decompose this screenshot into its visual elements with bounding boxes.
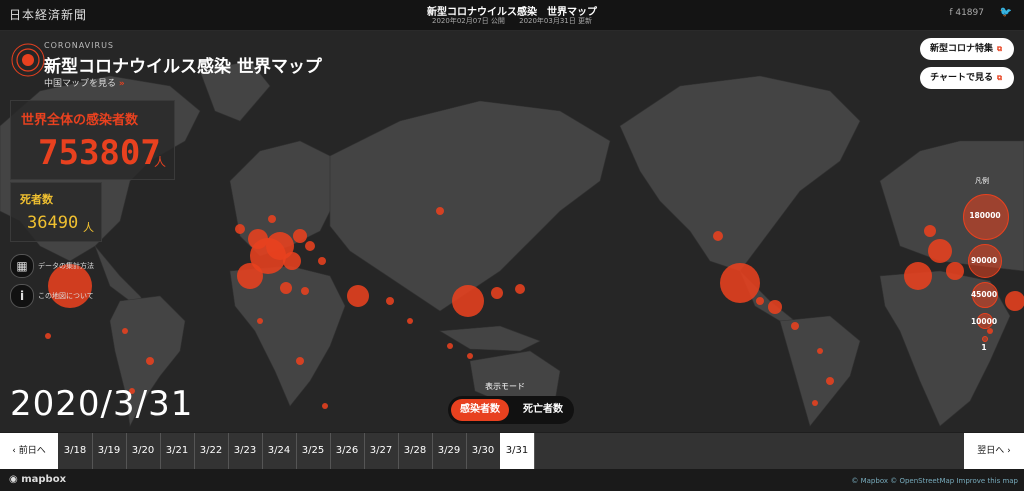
next-day-button[interactable]: 翌日へ › <box>964 433 1024 469</box>
coronavirus-label: CORONAVIRUS <box>44 41 115 50</box>
page-title: 新型コロナウイルス感染 世界マップ <box>44 57 322 77</box>
map-attribution[interactable]: © Mapbox © OpenStreetMap Improve this ma… <box>851 477 1018 485</box>
death-label: 死者数 <box>20 193 53 206</box>
arrow-icon: » <box>118 79 125 89</box>
mode-infected-button[interactable]: 感染者数 <box>451 399 509 421</box>
date-cell[interactable]: 3/28 <box>398 433 433 469</box>
chevron-left-icon: ‹ <box>12 446 16 456</box>
map-canvas <box>0 60 1024 427</box>
legend-label-180000: 180000 <box>969 211 1001 220</box>
updated-date: 2020年03月31日 更新 <box>519 17 592 25</box>
top-bar: 日本経済新聞 新型コロナウイルス感染 世界マップ 2020年02月07日 公開 … <box>0 0 1024 31</box>
mode-label: 表示モード <box>485 382 525 391</box>
date-cell[interactable]: 3/30 <box>466 433 501 469</box>
date-cell[interactable]: 3/19 <box>92 433 127 469</box>
date-cell[interactable]: 3/22 <box>194 433 229 469</box>
data-method-label: データの集計方法 <box>38 262 94 270</box>
date-cell[interactable]: 3/29 <box>432 433 467 469</box>
date-cell[interactable]: 3/23 <box>228 433 263 469</box>
current-date: 2020/3/31 <box>10 384 194 424</box>
feature-button-label: 新型コロナ特集 <box>929 44 993 54</box>
next-day-label: 翌日へ <box>977 446 1005 456</box>
date-cell[interactable]: 3/27 <box>364 433 399 469</box>
infected-unit: 人 <box>154 155 167 169</box>
legend-label-90000: 90000 <box>970 256 998 265</box>
mapbox-label: mapbox <box>21 474 67 485</box>
death-unit: 人 <box>83 221 94 234</box>
infected-panel: 世界全体の感染者数 753807 人 <box>10 100 175 180</box>
feature-button[interactable]: 新型コロナ特集 ⧉ <box>919 38 1014 60</box>
external-link-icon: ⧉ <box>997 74 1002 82</box>
date-cell[interactable]: 3/31 <box>500 433 535 469</box>
legend-label-45000: 45000 <box>970 290 998 299</box>
legend-title: 凡例 <box>975 177 989 185</box>
published-date: 2020年02月07日 公開 <box>432 17 505 25</box>
world-map[interactable] <box>0 31 1024 432</box>
twitter-icon[interactable]: 🐦 <box>1000 7 1012 18</box>
legend-circle-1 <box>982 336 988 342</box>
chart-button[interactable]: チャートで見る ⧉ <box>920 67 1014 89</box>
date-cell[interactable]: 3/26 <box>330 433 365 469</box>
chart-button-label: チャートで見る <box>930 73 993 83</box>
info-icon: i <box>10 284 34 308</box>
chevron-right-icon: › <box>1007 446 1011 456</box>
infected-label: 世界全体の感染者数 <box>21 113 139 128</box>
death-panel: 死者数 36490 人 <box>10 182 102 242</box>
date-cell[interactable]: 3/21 <box>160 433 195 469</box>
date-cell[interactable]: 3/24 <box>262 433 297 469</box>
table-icon: ▦ <box>10 254 34 278</box>
prev-day-button[interactable]: ‹ 前日へ <box>0 433 58 469</box>
mode-death-button[interactable]: 死亡者数 <box>514 399 572 421</box>
death-count: 36490 <box>27 213 79 233</box>
date-timeline: ‹ 前日へ 3/18 3/19 3/20 3/21 3/22 3/23 3/24 3/25 3/… <box>0 433 1024 469</box>
mode-toggle: 感染者数 死亡者数 <box>448 396 574 424</box>
about-map-label: この地図について <box>38 292 94 300</box>
facebook-icon: f <box>949 8 953 18</box>
legend-label-1: 1 <box>981 343 987 352</box>
facebook-count: 41897 <box>955 8 984 18</box>
map-footer: ◉ mapbox © Mapbox © OpenStreetMap Improv… <box>0 469 1024 491</box>
facebook-share[interactable]: f 41897 <box>949 8 984 18</box>
legend-label-10000: 10000 <box>970 317 998 326</box>
infected-count: 753807 <box>38 133 161 173</box>
china-map-link-label: 中国マップを見る <box>44 79 117 89</box>
date-cell[interactable]: 3/18 <box>58 433 93 469</box>
china-map-link[interactable]: 中国マップを見る » <box>44 76 125 89</box>
date-cell[interactable]: 3/25 <box>296 433 331 469</box>
target-icon <box>11 43 45 77</box>
prev-day-label: 前日へ <box>18 446 46 456</box>
header-dates: 2020年02月07日 公開 2020年03月31日 更新 <box>0 16 1024 26</box>
mapbox-logo[interactable]: ◉ mapbox <box>9 474 66 485</box>
date-cell[interactable]: 3/20 <box>126 433 161 469</box>
external-link-icon: ⧉ <box>997 45 1002 53</box>
